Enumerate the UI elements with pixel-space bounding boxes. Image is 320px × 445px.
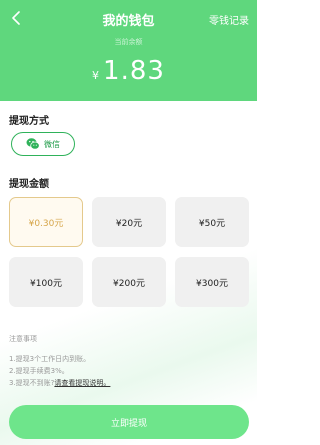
note-item-3-text: 3.提现不到账?: [9, 379, 55, 387]
method-option-label: 微信: [44, 139, 60, 149]
method-section-title: 提现方式: [9, 116, 49, 127]
note-item-3: 3.提现不到账?请查看提现说明。: [9, 378, 110, 388]
amount-option-1[interactable]: ¥20元: [92, 197, 166, 247]
amount-option-3[interactable]: ¥100元: [9, 257, 83, 307]
chevron-left-icon: [12, 11, 20, 25]
amount-option-4[interactable]: ¥200元: [92, 257, 166, 307]
withdraw-help-link[interactable]: 请查看提现说明。: [54, 379, 110, 387]
back-button[interactable]: [9, 9, 23, 27]
wechat-icon: [26, 138, 40, 150]
note-item-1: 1.提现3个工作日内到账。: [9, 355, 91, 363]
amount-option-2[interactable]: ¥50元: [175, 197, 249, 247]
notes-title: 注意事项: [9, 335, 37, 343]
method-option-wechat[interactable]: 微信: [11, 132, 75, 156]
withdraw-button[interactable]: 立即提现: [9, 405, 249, 439]
amount-section-title: 提现金额: [9, 179, 49, 190]
page-title: 我的钱包: [102, 14, 155, 29]
currency-symbol: ¥: [92, 69, 100, 82]
balance-amount: 1.83: [103, 56, 165, 86]
note-item-2: 2.提现手续费3%。: [9, 367, 69, 375]
amount-option-0[interactable]: ¥0.30元: [9, 197, 83, 247]
amount-option-5[interactable]: ¥300元: [175, 257, 249, 307]
records-link[interactable]: 零钱记录: [209, 12, 249, 27]
balance-label: 当前余额: [114, 38, 143, 46]
